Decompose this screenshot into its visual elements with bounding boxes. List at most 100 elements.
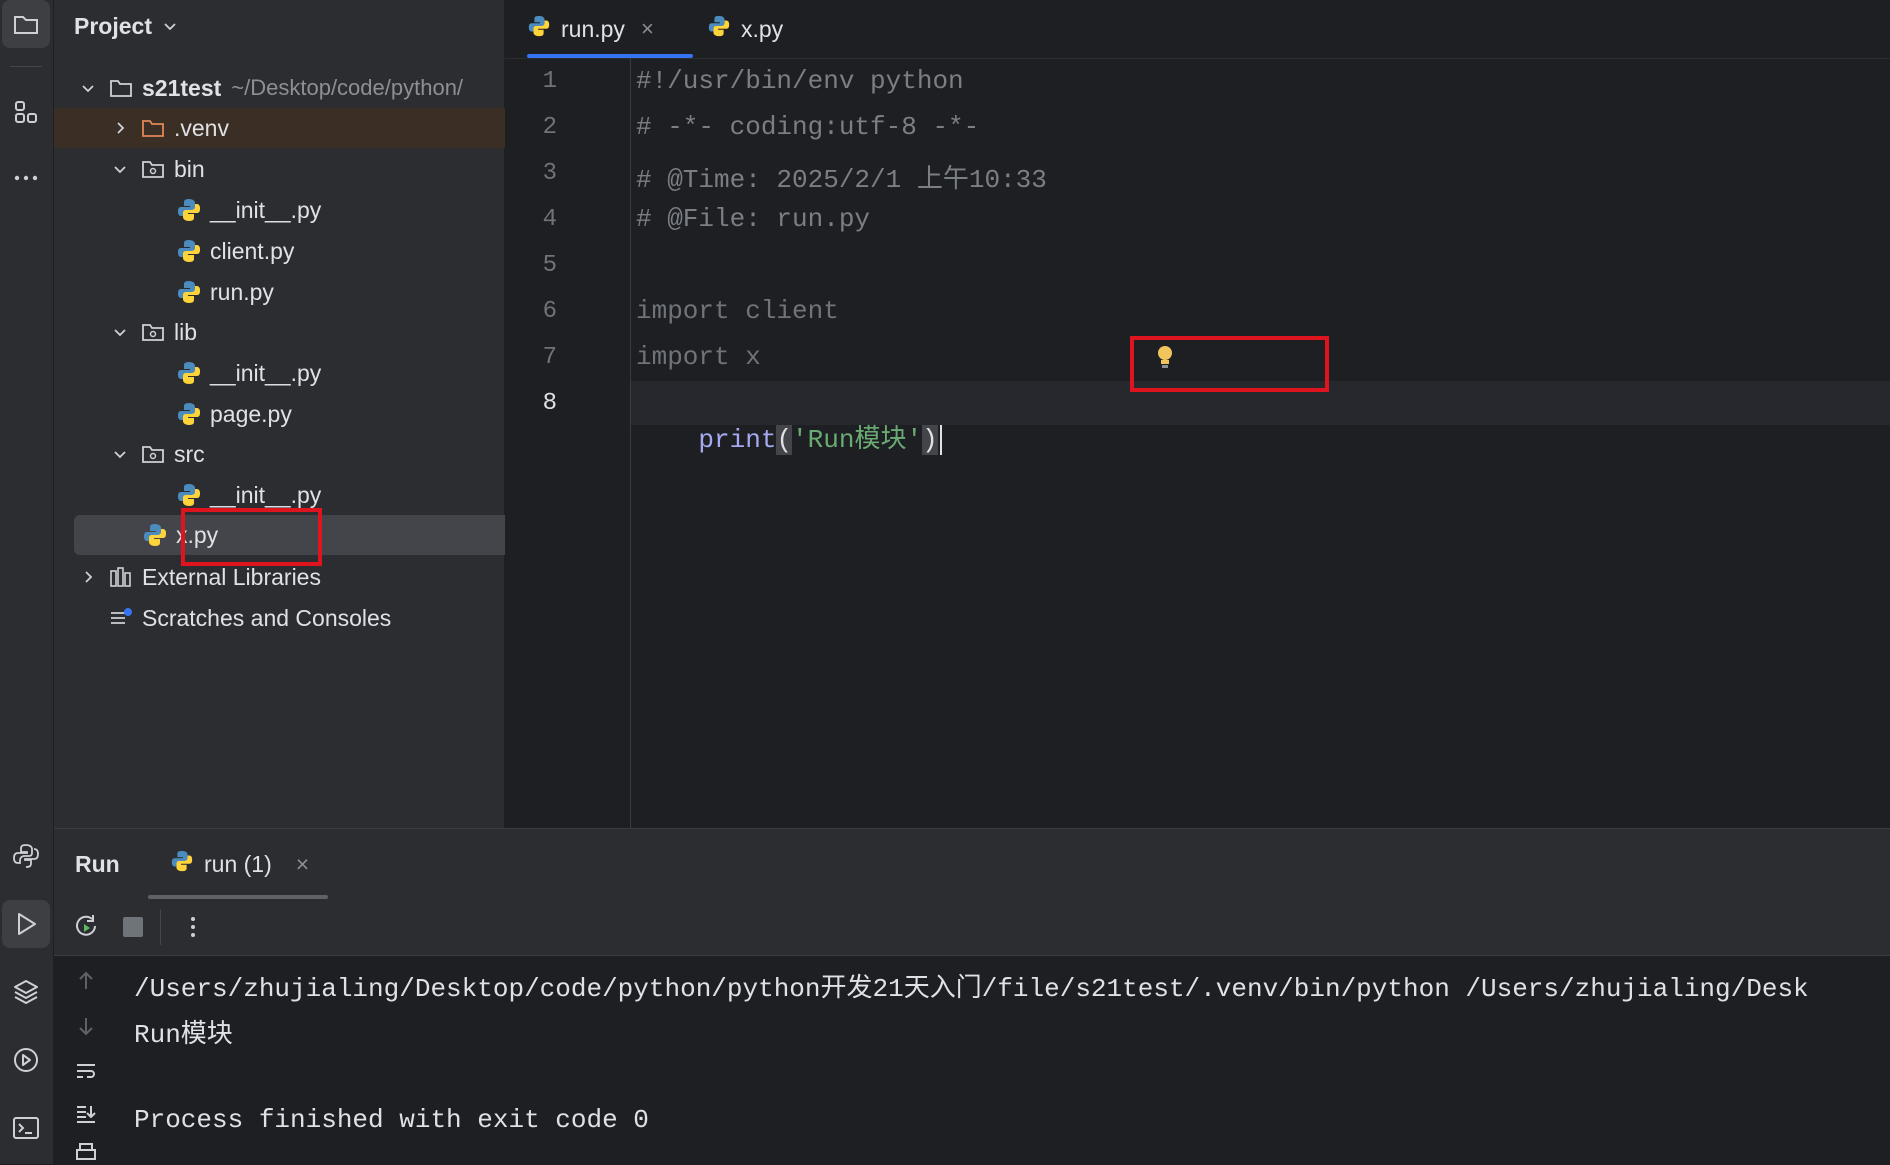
- more-options-button[interactable]: [178, 912, 208, 947]
- code-line-4[interactable]: # @File: run.py: [636, 204, 870, 234]
- tree-root-path: ~/Desktop/code/python/: [231, 75, 464, 100]
- stop-icon: [123, 917, 143, 937]
- run-tool-button[interactable]: [2, 900, 50, 948]
- close-icon[interactable]: ×: [641, 16, 654, 42]
- chevron-right-icon[interactable]: [78, 567, 98, 587]
- tree-item-label: Scratches and Consoles: [142, 604, 392, 631]
- python-file-icon: [176, 238, 202, 264]
- code-line-8[interactable]: print('Run模块'): [636, 388, 942, 485]
- run-tab[interactable]: run (1) ×: [170, 847, 309, 881]
- scroll-to-end-icon: [77, 1106, 96, 1123]
- scroll-down-button[interactable]: [71, 1011, 101, 1041]
- chevron-down-icon[interactable]: [110, 444, 130, 464]
- tree-item-label: __init__.py: [210, 359, 322, 386]
- structure-icon: [15, 101, 37, 123]
- soft-wrap-icon: [77, 1064, 95, 1078]
- python-file-icon: [170, 849, 194, 879]
- library-icon: [108, 564, 134, 590]
- structure-tool-button[interactable]: [2, 88, 50, 136]
- run-panel: Run run (1) × /Users/zhujialing/Desktop/…: [54, 828, 1890, 1165]
- more-tools-button[interactable]: [2, 154, 50, 202]
- services-tool-button[interactable]: [2, 1036, 50, 1084]
- chevron-down-icon: [164, 23, 176, 31]
- print-button[interactable]: [71, 1142, 101, 1164]
- rerun-icon: [76, 915, 96, 936]
- rerun-button[interactable]: [71, 912, 101, 947]
- tool-window-strip: [0, 0, 54, 1164]
- run-panel-title: Run: [75, 851, 120, 877]
- more-vertical-icon: [191, 917, 195, 937]
- tree-item-venv[interactable]: .venv: [54, 108, 561, 148]
- python-console-icon: [13, 844, 39, 868]
- soft-wrap-button[interactable]: [71, 1056, 101, 1086]
- editor-tab-bar: run.py × x.py: [505, 0, 1890, 59]
- chevron-down-icon[interactable]: [110, 159, 130, 179]
- folder-icon: [108, 75, 134, 101]
- package-folder-icon: [140, 156, 166, 182]
- tree-item-label: __init__.py: [210, 481, 322, 508]
- console-line-output: Run模块: [134, 1020, 233, 1050]
- folder-icon: [14, 16, 38, 34]
- line-number: 7: [542, 344, 557, 371]
- python-file-icon: [707, 14, 731, 44]
- code-close-paren: ): [922, 425, 938, 455]
- code-string-literal: 'Run模块': [792, 425, 923, 455]
- python-file-icon: [176, 401, 202, 427]
- run-icon: [18, 913, 36, 935]
- line-number-current: 8: [542, 390, 557, 417]
- tree-item-label: .venv: [174, 114, 229, 141]
- tree-item-lib[interactable]: lib: [54, 312, 561, 352]
- console-side-controls: [54, 956, 119, 1165]
- stop-button[interactable]: [120, 914, 146, 945]
- tree-item-bin[interactable]: bin: [54, 149, 561, 189]
- chevron-down-icon[interactable]: [78, 78, 98, 98]
- toolbar-separator: [160, 909, 161, 945]
- console-line-exit: Process finished with exit code 0: [134, 1105, 649, 1135]
- excluded-folder-icon: [140, 115, 166, 141]
- tab-run-py[interactable]: run.py ×: [527, 0, 693, 58]
- project-panel: Project s21test ~/Desktop/code/python/ .…: [54, 0, 561, 828]
- tree-item-scratches[interactable]: Scratches and Consoles: [54, 598, 559, 638]
- terminal-icon: [13, 1117, 39, 1139]
- terminal-tool-button[interactable]: [2, 1104, 50, 1152]
- tree-root-s21test[interactable]: s21test ~/Desktop/code/python/: [54, 68, 529, 108]
- printer-icon: [76, 1143, 96, 1160]
- lightbulb-icon[interactable]: [1156, 345, 1174, 371]
- services-icon: [14, 1048, 38, 1072]
- arrow-down-icon: [79, 1018, 93, 1036]
- python-console-button[interactable]: [2, 832, 50, 880]
- scroll-up-button[interactable]: [71, 966, 101, 996]
- chevron-down-icon[interactable]: [110, 322, 130, 342]
- layers-tool-button[interactable]: [2, 968, 50, 1016]
- tab-x-py[interactable]: x.py: [707, 0, 783, 58]
- code-line-6[interactable]: import client: [636, 296, 839, 326]
- package-folder-icon: [140, 319, 166, 345]
- code-line-7[interactable]: import x: [636, 342, 761, 372]
- tree-item-label: src: [174, 440, 205, 467]
- project-tool-button[interactable]: [2, 0, 50, 48]
- close-icon[interactable]: ×: [296, 851, 309, 878]
- python-file-icon: [527, 14, 551, 44]
- project-title: Project: [74, 12, 152, 39]
- tree-item-label: client.py: [210, 237, 295, 264]
- code-line-1[interactable]: #!/usr/bin/env python: [636, 66, 964, 96]
- line-number: 3: [542, 160, 557, 187]
- editor-area: run.py × x.py 1 2 3 4 5 6 7 8 #!/usr/bin…: [505, 0, 1890, 828]
- scroll-to-end-button[interactable]: [71, 1099, 101, 1129]
- project-header[interactable]: Project: [74, 10, 178, 42]
- tree-item-label: __init__.py: [210, 196, 322, 223]
- tab-label: x.py: [741, 15, 784, 42]
- python-file-icon: [176, 279, 202, 305]
- python-file-icon: [176, 360, 202, 386]
- chevron-right-icon[interactable]: [110, 118, 130, 138]
- line-number: 4: [542, 206, 557, 233]
- code-line-2[interactable]: # -*- coding:utf-8 -*-: [636, 112, 979, 142]
- run-toolbar: [54, 899, 1890, 956]
- tree-item-label: bin: [174, 155, 205, 182]
- line-number: 1: [542, 68, 557, 95]
- tree-item-src[interactable]: src: [54, 434, 561, 474]
- arrow-up-icon: [79, 971, 93, 989]
- tab-label: run.py: [561, 15, 625, 42]
- tree-item-label: lib: [174, 318, 198, 345]
- code-line-3[interactable]: # @Time: 2025/2/1 上午10:33: [636, 158, 1047, 195]
